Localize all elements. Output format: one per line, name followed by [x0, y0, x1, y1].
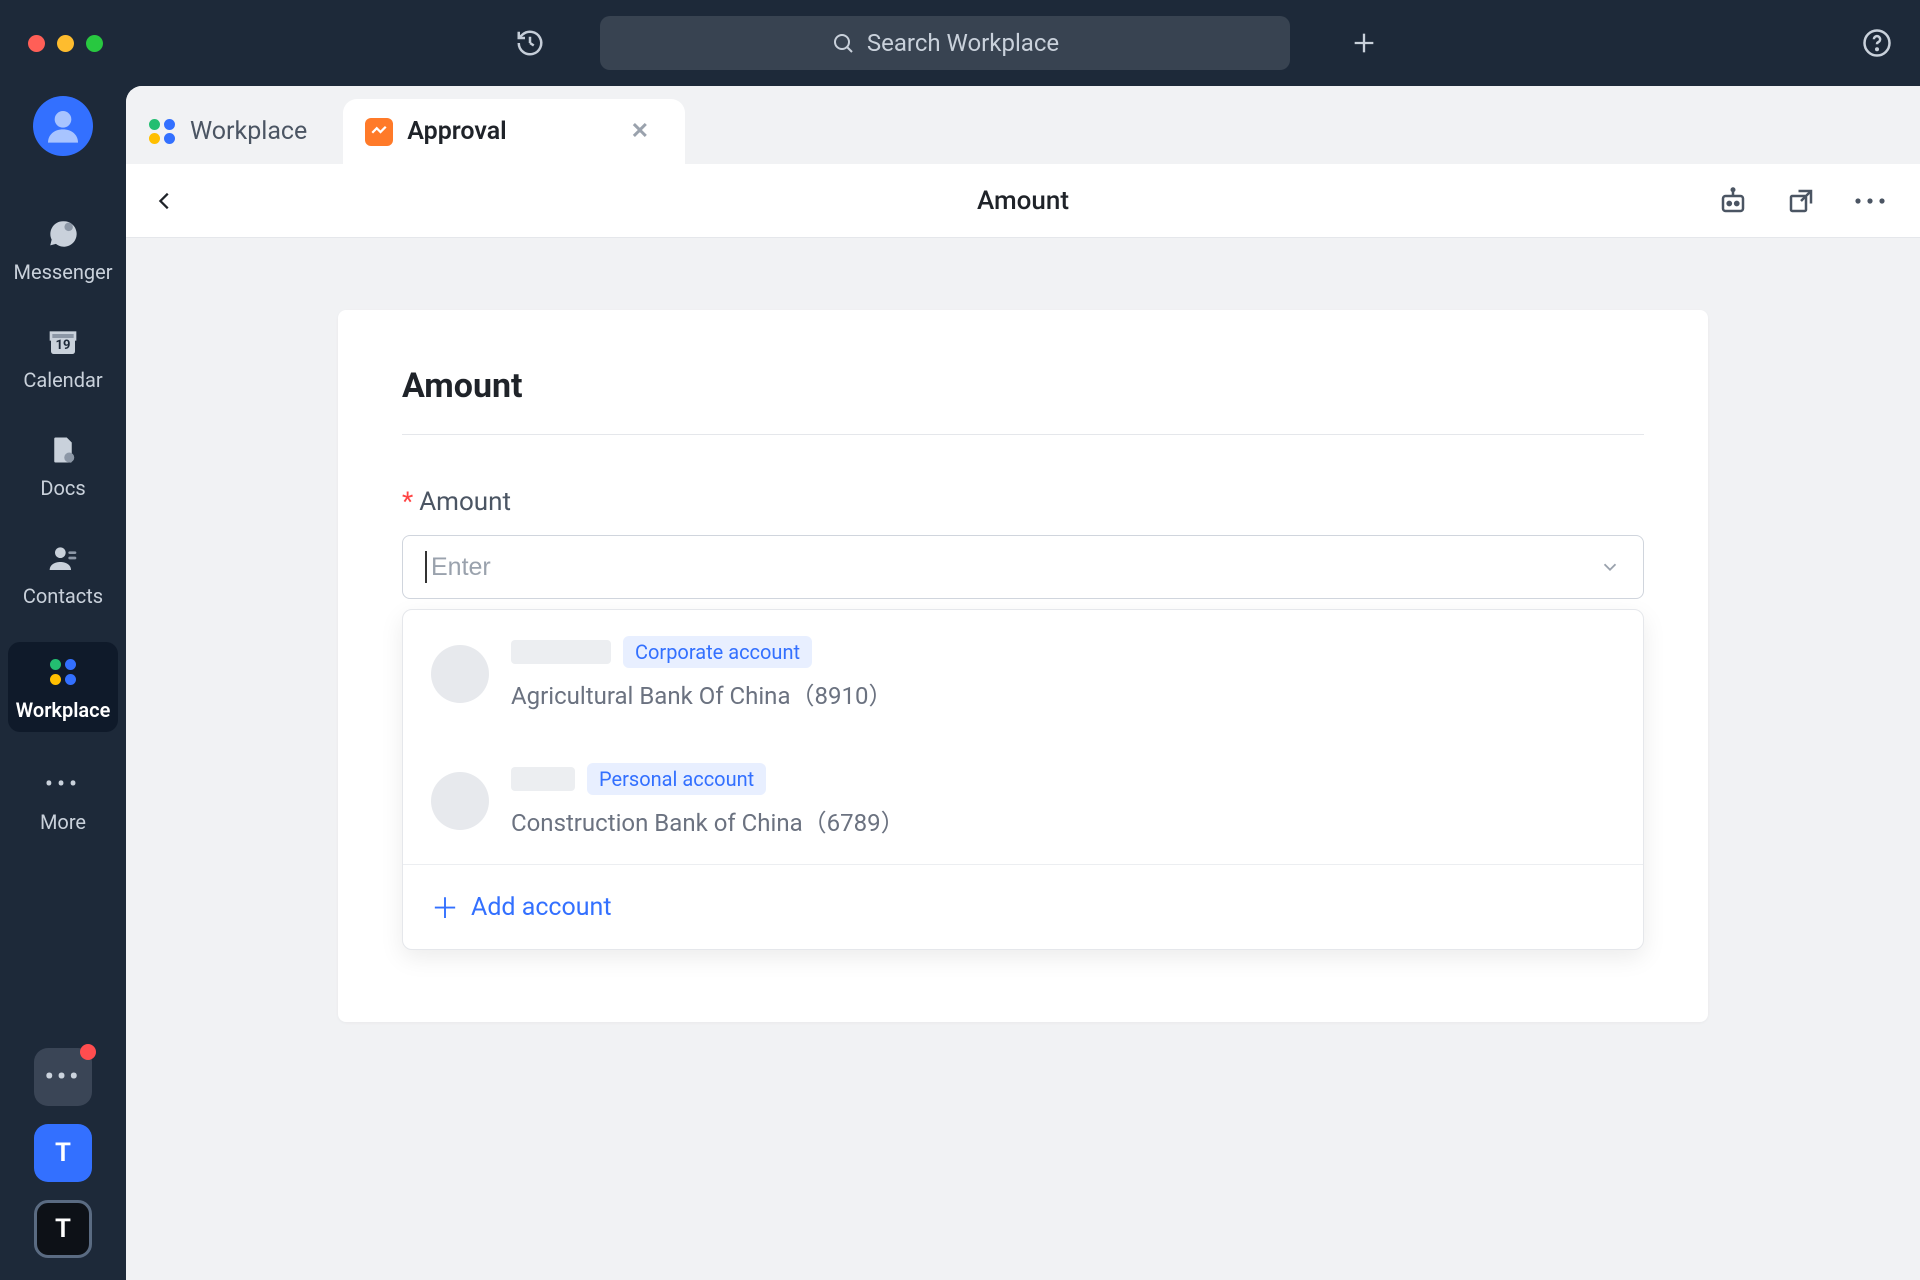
tab-label: Workplace — [190, 117, 307, 146]
account-bank-line: Agricultural Bank Of China（8910） — [511, 676, 892, 711]
contacts-icon — [47, 540, 79, 576]
tile-letter: T — [55, 1138, 71, 1168]
account-type-badge: Corporate account — [623, 636, 812, 668]
rail-label: Docs — [40, 476, 85, 500]
page-title: Amount — [977, 186, 1069, 216]
rail-item-contacts[interactable]: Contacts — [0, 534, 126, 614]
search-icon — [831, 31, 855, 55]
window-controls — [28, 35, 103, 52]
card-heading: Amount — [402, 366, 1644, 435]
amount-field: *Amount — [402, 487, 1644, 950]
rail-label: Workplace — [16, 698, 111, 722]
account-bank-line: Construction Bank of China（6789） — [511, 803, 905, 838]
rail-label: More — [40, 810, 86, 834]
tab-label: Approval — [407, 117, 506, 146]
amount-input[interactable] — [431, 553, 1599, 582]
tab-approval[interactable]: Approval ✕ — [343, 99, 685, 164]
back-button[interactable] — [154, 186, 176, 216]
add-account-button[interactable]: ＋ Add account — [403, 864, 1643, 949]
rail-item-more[interactable]: ••• More — [0, 760, 126, 840]
account-avatar — [431, 645, 489, 703]
global-search[interactable]: Search Workplace — [600, 16, 1290, 70]
titlebar: Search Workplace — [0, 0, 1920, 86]
account-option[interactable]: Personal account Construction Bank of Ch… — [403, 737, 1643, 864]
more-actions-icon[interactable] — [1854, 195, 1886, 207]
notification-badge — [80, 1044, 96, 1060]
messenger-icon — [46, 216, 80, 252]
tab-strip: Workplace Approval ✕ — [126, 86, 1920, 164]
workplace-icon — [148, 118, 176, 146]
rail-label: Messenger — [14, 260, 113, 284]
search-placeholder: Search Workplace — [867, 29, 1059, 57]
tile-letter: T — [55, 1214, 71, 1244]
left-rail: Messenger 19 Calendar Docs Contacts — [0, 86, 126, 1280]
field-label: *Amount — [402, 487, 1644, 517]
page-header: Amount — [126, 164, 1920, 238]
account-dropdown: Corporate account Agricultural Bank Of C… — [402, 609, 1644, 950]
account-avatar — [431, 772, 489, 830]
profile-avatar[interactable] — [33, 96, 93, 156]
rail-item-workplace[interactable]: Workplace — [8, 642, 118, 732]
rail-item-docs[interactable]: Docs — [0, 426, 126, 506]
rail-tile-tenant[interactable]: T — [34, 1200, 92, 1258]
account-option[interactable]: Corporate account Agricultural Bank Of C… — [403, 610, 1643, 737]
plus-icon: ＋ — [431, 887, 459, 927]
history-icon[interactable] — [515, 28, 545, 58]
field-label-text: Amount — [419, 487, 511, 517]
approval-icon — [365, 118, 393, 146]
account-name-placeholder — [511, 640, 611, 664]
rail-item-calendar[interactable]: 19 Calendar — [0, 318, 126, 398]
chevron-down-icon[interactable] — [1599, 556, 1621, 578]
content-pane: Workplace Approval ✕ Amount — [126, 86, 1920, 1280]
rail-tile-app-t[interactable]: T — [34, 1124, 92, 1182]
close-tab-button[interactable]: ✕ — [631, 119, 649, 144]
new-tab-button[interactable] — [1350, 29, 1378, 57]
account-type-badge: Personal account — [587, 763, 766, 795]
docs-icon — [48, 432, 78, 468]
rail-label: Calendar — [23, 368, 102, 392]
rail-tile-notifications[interactable]: ••• — [34, 1048, 92, 1106]
help-icon[interactable] — [1862, 28, 1892, 58]
minimize-window-button[interactable] — [57, 35, 74, 52]
workplace-icon — [50, 654, 76, 690]
text-caret — [425, 551, 427, 583]
amount-input-wrap[interactable] — [402, 535, 1644, 599]
tab-workplace[interactable]: Workplace — [126, 99, 343, 164]
add-account-label: Add account — [471, 893, 612, 922]
maximize-window-button[interactable] — [86, 35, 103, 52]
more-icon: ••• — [45, 766, 81, 802]
open-external-icon[interactable] — [1786, 186, 1816, 216]
account-name-placeholder — [511, 767, 575, 791]
required-asterisk: * — [402, 487, 413, 517]
rail-item-messenger[interactable]: Messenger — [0, 210, 126, 290]
close-window-button[interactable] — [28, 35, 45, 52]
rail-label: Contacts — [23, 584, 103, 608]
form-card: Amount *Amount — [338, 310, 1708, 1022]
calendar-icon: 19 — [47, 324, 79, 360]
page-body: Amount *Amount — [126, 238, 1920, 1280]
calendar-date-badge: 19 — [56, 338, 71, 353]
bot-icon[interactable] — [1718, 186, 1748, 216]
